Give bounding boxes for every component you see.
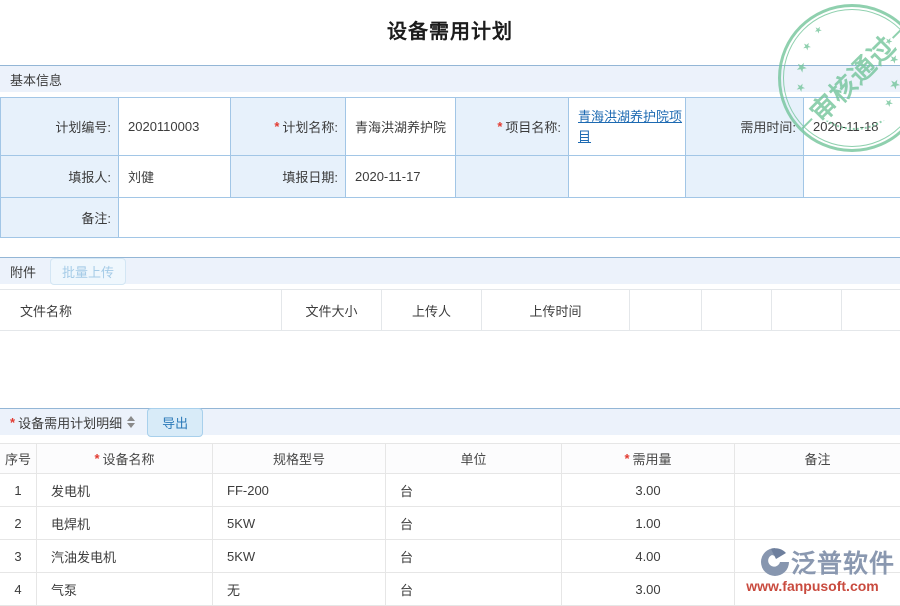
sort-icon[interactable] [127, 416, 135, 428]
page-title: 设备需用计划 [0, 15, 900, 44]
empty-label-cell [686, 156, 804, 198]
remark-label: 备注: [1, 198, 119, 238]
row-unit: 台 [386, 507, 562, 540]
report-date-value: 2020-11-17 [346, 156, 456, 198]
reporter-label: 填报人: [1, 156, 119, 198]
vendor-url-text: www.fanpusoft.com [730, 578, 895, 594]
plan-name-label: *计划名称: [231, 98, 346, 156]
required-asterisk: * [94, 451, 99, 466]
row-remark [735, 507, 900, 540]
row-qty: 4.00 [562, 540, 735, 573]
row-unit: 台 [386, 573, 562, 606]
required-asterisk: * [274, 119, 279, 134]
row-name: 电焊机 [37, 507, 213, 540]
plan-no-label: 计划编号: [1, 98, 119, 156]
attachment-col-uploadtime: 上传时间 [482, 290, 630, 331]
row-unit: 台 [386, 474, 562, 507]
required-asterisk: * [497, 119, 502, 134]
detail-col-qty: *需用量 [562, 444, 735, 474]
row-model: 无 [213, 573, 386, 606]
row-name: 汽油发电机 [37, 540, 213, 573]
need-time-value: 2020-11-18 [804, 98, 900, 156]
reporter-value: 刘健 [119, 156, 231, 198]
row-unit: 台 [386, 540, 562, 573]
row-no: 2 [0, 507, 37, 540]
empty-label-cell [456, 156, 569, 198]
row-model: 5KW [213, 507, 386, 540]
required-asterisk: * [624, 451, 629, 466]
row-qty: 1.00 [562, 507, 735, 540]
details-section-header: * 设备需用计划明细 导出 [0, 408, 900, 435]
vendor-watermark: 泛普软件 www.fanpusoft.com [730, 544, 895, 594]
attachment-col-filesize: 文件大小 [282, 290, 382, 331]
remark-value [119, 198, 900, 238]
empty-value-cell [569, 156, 686, 198]
export-button[interactable]: 导出 [147, 408, 203, 437]
row-no: 4 [0, 573, 37, 606]
attachment-col-empty [772, 290, 842, 331]
vendor-brand-text: 泛普软件 [791, 544, 895, 580]
row-name: 发电机 [37, 474, 213, 507]
basic-info-form: 计划编号: 2020110003 *计划名称: 青海洪湖养护院 *项目名称: 青… [0, 97, 900, 238]
detail-col-model: 规格型号 [213, 444, 386, 474]
row-qty: 3.00 [562, 474, 735, 507]
attachments-table-header: 文件名称 文件大小 上传人 上传时间 [0, 289, 900, 331]
project-link[interactable]: 青海洪湖养护院项目 [578, 107, 685, 146]
need-time-label: 需用时间: [686, 98, 804, 156]
attachments-section-title: 附件 [10, 262, 36, 281]
project-name-cell: 青海洪湖养护院项目 [569, 98, 686, 156]
project-name-label: *项目名称: [456, 98, 569, 156]
plan-name-value: 青海洪湖养护院 [346, 98, 456, 156]
details-section-title: 设备需用计划明细 [18, 413, 122, 432]
required-asterisk: * [10, 415, 15, 430]
attachment-col-filename: 文件名称 [0, 290, 282, 331]
row-no: 3 [0, 540, 37, 573]
plan-no-value: 2020110003 [119, 98, 231, 156]
attachments-section-header: 附件 批量上传 [0, 257, 900, 284]
row-qty: 3.00 [562, 573, 735, 606]
basic-info-section-header: 基本信息 [0, 65, 900, 92]
row-model: 5KW [213, 540, 386, 573]
row-no: 1 [0, 474, 37, 507]
detail-col-no: 序号 [0, 444, 37, 474]
report-date-label: 填报日期: [231, 156, 346, 198]
vendor-logo-icon [759, 546, 791, 578]
empty-value-cell [804, 156, 900, 198]
attachment-col-uploader: 上传人 [382, 290, 482, 331]
detail-col-name: *设备名称 [37, 444, 213, 474]
detail-col-unit: 单位 [386, 444, 562, 474]
attachment-col-empty [842, 290, 900, 331]
row-remark [735, 474, 900, 507]
row-name: 气泵 [37, 573, 213, 606]
detail-col-remark: 备注 [735, 444, 900, 474]
batch-upload-button[interactable]: 批量上传 [50, 258, 126, 285]
attachment-col-empty [702, 290, 772, 331]
basic-info-section-title: 基本信息 [10, 70, 62, 89]
attachment-col-empty [630, 290, 702, 331]
row-model: FF-200 [213, 474, 386, 507]
